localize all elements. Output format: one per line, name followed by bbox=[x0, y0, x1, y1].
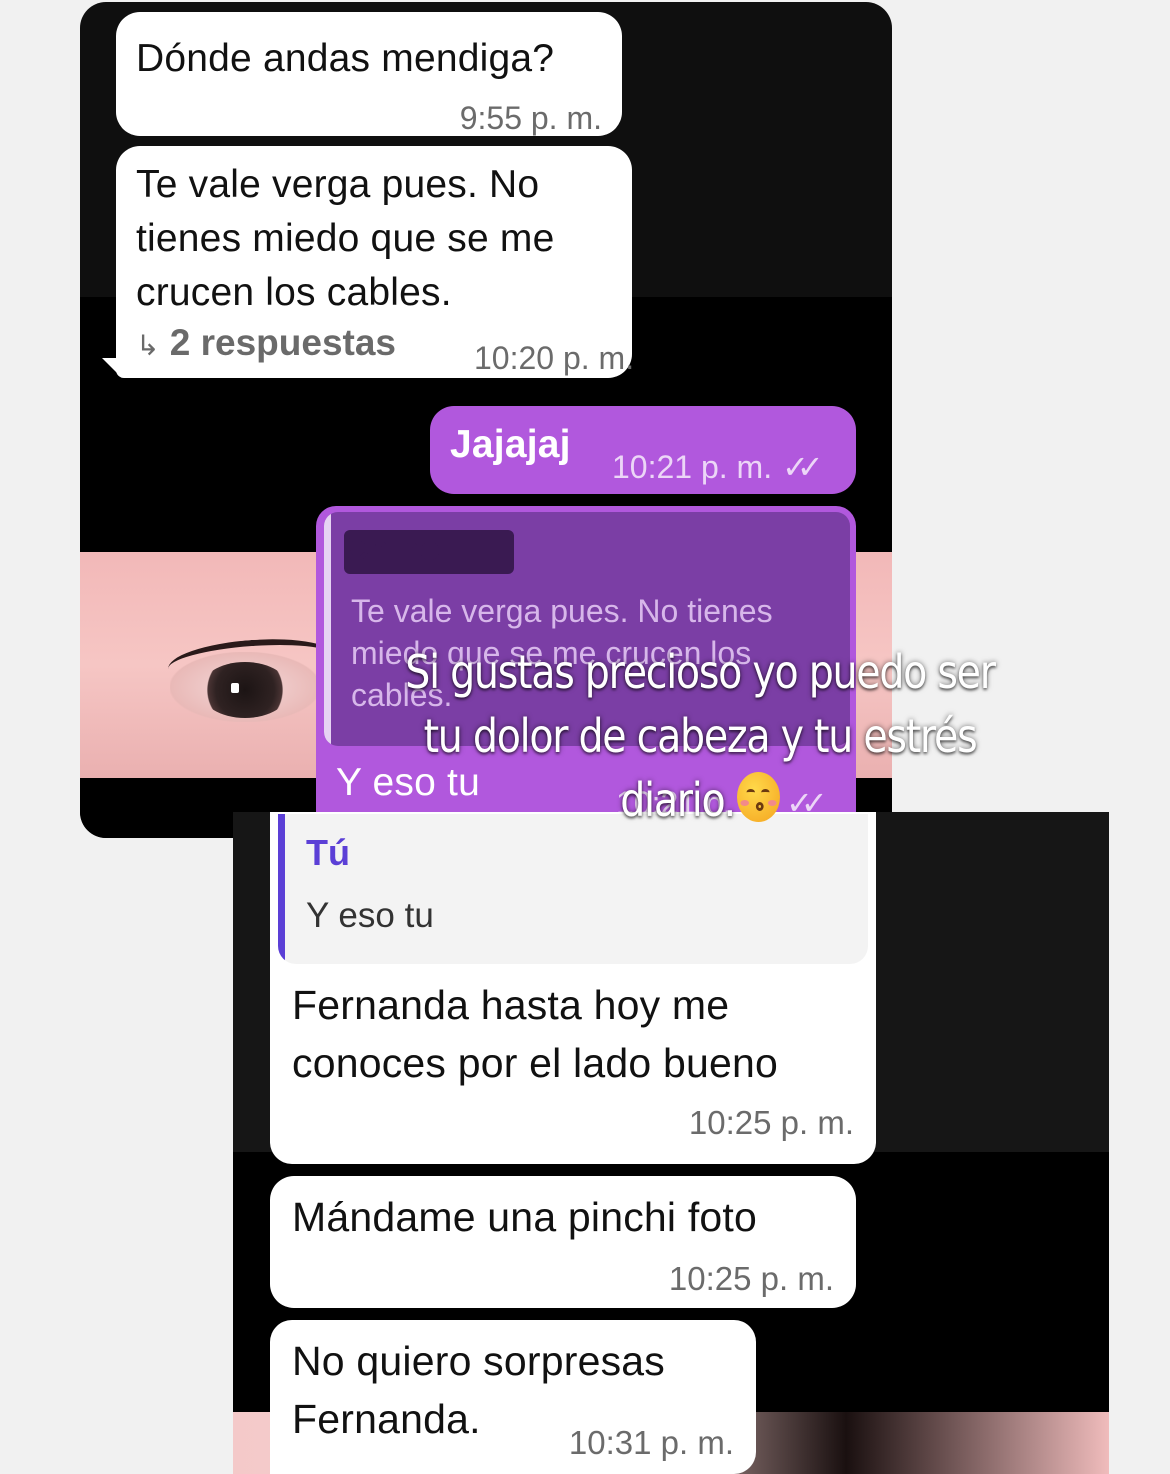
eye-glint bbox=[231, 683, 239, 693]
story-caption-text: Si gustas precioso yo puedo ser tu dolor… bbox=[405, 645, 996, 827]
message-time: 10:25 p. m. bbox=[688, 1104, 854, 1141]
outgoing-message-1[interactable]: Jajajaj 10:21 p. m. ✓✓ bbox=[430, 406, 856, 494]
reply-arrow-icon: ↳ bbox=[136, 330, 160, 361]
message-time-wrap: 10:21 p. m. ✓✓ bbox=[612, 448, 824, 486]
thread-replies-count: 2 respuestas bbox=[169, 322, 396, 363]
quoted-message[interactable]: Tú Y eso tu bbox=[278, 814, 868, 964]
double-check-icon: ✓✓ bbox=[782, 449, 823, 485]
quote-bar bbox=[278, 814, 285, 964]
quote-bar bbox=[324, 512, 331, 746]
message-time: 10:20 p. m. bbox=[474, 340, 635, 376]
message-time: 10:25 p. m. bbox=[668, 1260, 834, 1297]
message-text: Jajajaj bbox=[450, 423, 571, 466]
bubble-tail bbox=[102, 358, 122, 378]
story-caption: Si gustas precioso yo puedo ser tu dolor… bbox=[390, 640, 1009, 832]
thread-replies-link[interactable]: ↳ 2 respuestas bbox=[136, 322, 396, 364]
message-time: 10:31 p. m. bbox=[568, 1424, 734, 1461]
incoming-message-3[interactable]: Tú Y eso tu Fernanda hasta hoy me conoce… bbox=[270, 812, 876, 1164]
message-text: Dónde andas mendiga? bbox=[136, 37, 555, 80]
quote-sender-redacted: Chino bbox=[344, 530, 514, 574]
quote-text: Y eso tu bbox=[306, 896, 434, 935]
bottom-chat-screenshot: Tú Y eso tu Fernanda hasta hoy me conoce… bbox=[233, 812, 1109, 1474]
message-text: Te vale verga pues. No tienes miedo que … bbox=[136, 163, 555, 314]
message-time: 9:55 p. m. bbox=[459, 100, 602, 136]
incoming-message-5[interactable]: No quiero sorpresas Fernanda. 10:31 p. m… bbox=[270, 1320, 756, 1474]
quote-sender: Tú bbox=[306, 832, 350, 873]
message-time: 10:21 p. m. bbox=[612, 449, 773, 485]
incoming-message-2[interactable]: Te vale verga pues. No tienes miedo que … bbox=[116, 146, 635, 378]
eye-iris bbox=[200, 662, 290, 718]
message-text: Mándame una pinchi foto bbox=[292, 1194, 758, 1240]
kissing-face-icon bbox=[736, 772, 780, 822]
incoming-message-1[interactable]: Dónde andas mendiga? 9:55 p. m. bbox=[116, 12, 622, 136]
incoming-message-4[interactable]: Mándame una pinchi foto 10:25 p. m. bbox=[270, 1176, 856, 1308]
message-text: Fernanda hasta hoy me conoces por el lad… bbox=[292, 982, 778, 1086]
